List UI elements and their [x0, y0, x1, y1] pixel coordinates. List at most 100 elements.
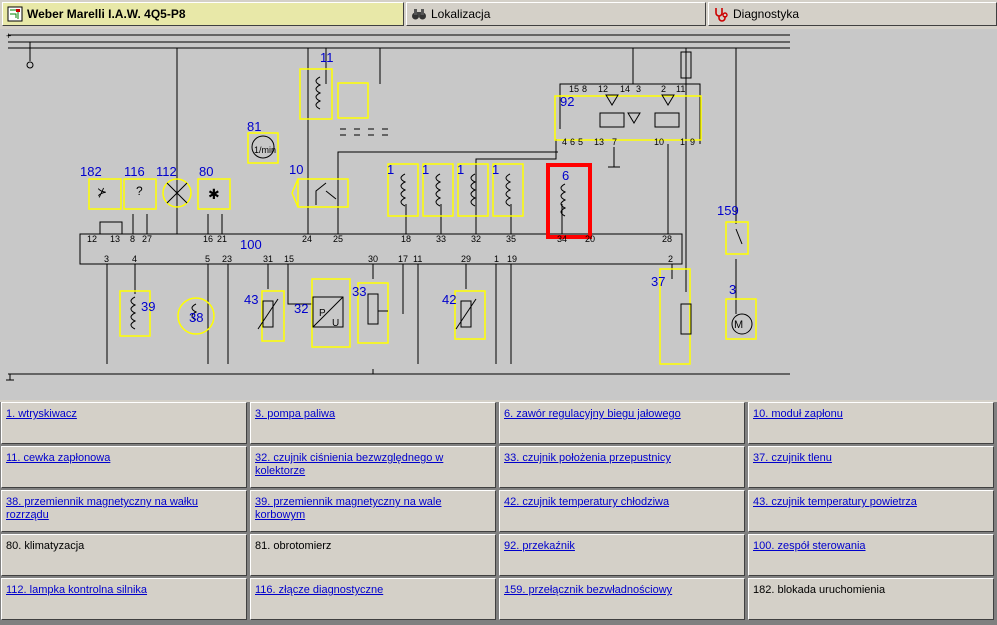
legend-text: 80. klimatyzacja: [6, 540, 85, 552]
legend-cell: 39. przemiennik magnetyczny na wale korb…: [250, 490, 496, 532]
coil-1d-icon: [505, 173, 512, 207]
legend-link[interactable]: 11. cewka zapłonowa: [6, 452, 110, 464]
wiring-diagram-icon: [7, 6, 23, 22]
label-182[interactable]: 182: [80, 164, 102, 179]
svg-text:3: 3: [636, 84, 641, 94]
legend-link[interactable]: 100. zespół sterowania: [753, 540, 866, 552]
tab-diagnostyka[interactable]: Diagnostyka: [708, 2, 997, 26]
label-1b[interactable]: 1: [422, 162, 429, 177]
legend-link[interactable]: 38. przemiennik magnetyczny na wałku roz…: [6, 496, 198, 521]
legend-cell: 159. przełącznik bezwładnościowy: [499, 578, 745, 620]
coil-6-icon: [560, 183, 567, 217]
pin-top: 16: [203, 234, 213, 244]
tachometer-unit: 1/min: [254, 145, 276, 155]
pin-bottom: 2: [668, 254, 673, 264]
binoculars-icon: [412, 9, 426, 20]
component-159-outline: [725, 221, 749, 255]
legend-link[interactable]: 3. pompa paliwa: [255, 408, 335, 420]
label-1c[interactable]: 1: [457, 162, 464, 177]
pin-bottom: 11: [413, 254, 422, 264]
svg-text:9: 9: [690, 137, 695, 147]
label-159[interactable]: 159: [717, 203, 739, 218]
tab-label: Weber Marelli I.A.W. 4Q5-P8: [27, 7, 186, 21]
label-80[interactable]: 80: [199, 164, 213, 179]
label-112[interactable]: 112: [156, 164, 177, 179]
legend-link[interactable]: 37. czujnik tlenu: [753, 452, 832, 464]
pin-bottom: 30: [368, 254, 378, 264]
legend-link[interactable]: 1. wtryskiwacz: [6, 408, 77, 420]
pin-bottom: 4: [132, 254, 137, 264]
label-1d[interactable]: 1: [492, 162, 499, 177]
label-3[interactable]: 3: [729, 282, 736, 297]
map-sensor-u-letter: U: [332, 318, 339, 329]
snowflake-icon: ✱: [208, 186, 220, 202]
ground-bottom-icon: [6, 374, 14, 381]
legend-link[interactable]: 32. czujnik ciśnienia bezwzględnego w ko…: [255, 452, 443, 477]
power-rails: [8, 34, 790, 375]
label-39[interactable]: 39: [141, 299, 155, 314]
legend-link[interactable]: 33. czujnik położenia przepustnicy: [504, 452, 671, 464]
label-92[interactable]: 92: [560, 94, 574, 109]
connector-11-outline: [337, 82, 369, 119]
legend-link[interactable]: 43. czujnik temperatury powietrza: [753, 496, 917, 508]
pin-top: 33: [436, 234, 446, 244]
coil-1c-icon: [470, 173, 477, 207]
label-116[interactable]: 116: [124, 164, 145, 179]
legend-link[interactable]: 10. moduł zapłonu: [753, 408, 843, 420]
label-1a[interactable]: 1: [387, 162, 394, 177]
legend-cell: 112. lampka kontrolna silnika: [1, 578, 247, 620]
label-43[interactable]: 43: [244, 292, 258, 307]
map-sensor-p-letter: P: [319, 308, 326, 319]
svg-text:10: 10: [654, 137, 664, 147]
pin-top: 8: [130, 234, 135, 244]
component-32-outline: [311, 278, 351, 348]
legend-link[interactable]: 112. lampka kontrolna silnika: [6, 584, 147, 596]
stethoscope-icon: [715, 8, 728, 22]
component-42-outline: [454, 290, 486, 340]
coil-1a-icon: [400, 173, 407, 207]
coil-39-icon: [130, 296, 137, 330]
legend-cell: 116. złącze diagnostyczne: [250, 578, 496, 620]
coil-11-icon: [315, 76, 322, 110]
coil-1b-icon: [435, 173, 442, 207]
label-100[interactable]: 100: [240, 237, 262, 252]
pin-top: 12: [87, 234, 97, 244]
legend-cell: 11. cewka zapłonowa: [1, 446, 247, 488]
label-38[interactable]: 38: [189, 310, 203, 325]
relay-pins: 15 8 12 14 3 2 11 4 6 5 13 7 10 1 9: [562, 84, 695, 147]
svg-text:4: 4: [562, 137, 567, 147]
tab-label: Diagnostyka: [733, 7, 800, 21]
legend-cell: 92. przekaźnik: [499, 534, 745, 576]
label-81[interactable]: 81: [247, 119, 261, 134]
label-6[interactable]: 6: [562, 168, 569, 183]
svg-text:15: 15: [569, 84, 579, 94]
legend-link[interactable]: 159. przełącznik bezwładnościowy: [504, 584, 672, 596]
application-window: Weber Marelli I.A.W. 4Q5-P8 Lokalizacja …: [0, 0, 997, 625]
label-33[interactable]: 33: [352, 284, 366, 299]
tab-bar: Weber Marelli I.A.W. 4Q5-P8 Lokalizacja …: [0, 0, 997, 29]
legend-link[interactable]: 42. czujnik temperatury chłodziwa: [504, 496, 669, 508]
pin-top: 34: [557, 234, 567, 244]
svg-text:6: 6: [570, 137, 575, 147]
tab-lokalizacja[interactable]: Lokalizacja: [406, 2, 706, 26]
svg-text:12: 12: [598, 84, 608, 94]
legend-cell: 43. czujnik temperatury powietrza: [748, 490, 994, 532]
label-11[interactable]: 11: [320, 50, 334, 65]
legend-cell: 42. czujnik temperatury chłodziwa: [499, 490, 745, 532]
pin-top: 25: [333, 234, 343, 244]
pin-bottom: 15: [284, 254, 294, 264]
pin-top: 35: [506, 234, 516, 244]
legend-link[interactable]: 92. przekaźnik: [504, 540, 575, 552]
tab-wiring-diagram[interactable]: Weber Marelli I.A.W. 4Q5-P8: [2, 2, 404, 26]
pin-top: 24: [302, 234, 312, 244]
tab-label: Lokalizacja: [431, 7, 491, 21]
label-42[interactable]: 42: [442, 292, 456, 307]
legend-link[interactable]: 6. zawór regulacyjny biegu jałowego: [504, 408, 681, 420]
label-32[interactable]: 32: [294, 301, 308, 316]
label-37[interactable]: 37: [651, 274, 665, 289]
plus-rail-label: +: [6, 31, 11, 41]
legend-cell: 81. obrotomierz: [250, 534, 496, 576]
legend-link[interactable]: 39. przemiennik magnetyczny na wale korb…: [255, 496, 441, 521]
legend-link[interactable]: 116. złącze diagnostyczne: [255, 584, 383, 596]
label-10[interactable]: 10: [289, 162, 303, 177]
